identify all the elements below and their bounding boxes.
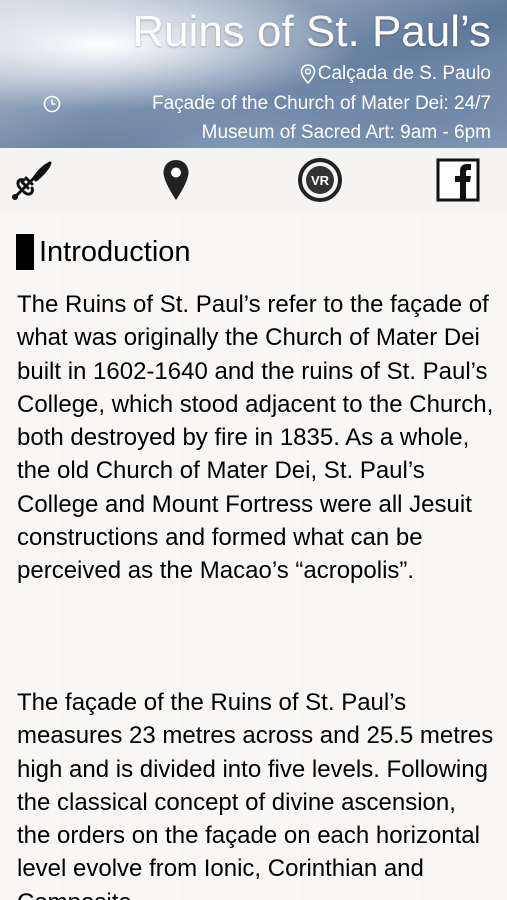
map-pin-icon [163, 160, 189, 200]
content-area[interactable]: Introduction The Ruins of St. Paul’s ref… [0, 214, 507, 900]
vr-button[interactable]: VR [296, 156, 344, 204]
hours-church: Façade of the Church of Mater Dei: 24/7 [151, 93, 491, 114]
paragraph: The Ruins of St. Paul’s refer to the faç… [17, 291, 494, 585]
toolbar: VR [0, 148, 507, 214]
paragraph: The façade of the Ruins of St. Paul’s me… [17, 689, 494, 900]
trumpet-icon [12, 161, 52, 200]
header: Ruins of St. Paul’s Calçada de S. Paulo … [0, 0, 507, 148]
vr-icon: VR [298, 158, 342, 202]
location-label: Calçada de S. Paulo [317, 63, 491, 84]
map-marker-outline-icon [300, 64, 316, 84]
facebook-icon [436, 158, 480, 202]
audio-guide-button[interactable] [8, 156, 56, 204]
section-header: Introduction [16, 234, 191, 270]
section-title: Introduction [39, 236, 191, 268]
facebook-button[interactable] [434, 156, 482, 204]
section-marker [16, 234, 34, 270]
page-title: Ruins of St. Paul’s [132, 7, 491, 56]
clock-icon [43, 95, 61, 113]
hours-museum: Museum of Sacred Art: 9am - 6pm [201, 122, 491, 143]
map-button[interactable] [152, 156, 200, 204]
location: Calçada de S. Paulo [300, 62, 491, 86]
svg-text:VR: VR [311, 173, 330, 188]
